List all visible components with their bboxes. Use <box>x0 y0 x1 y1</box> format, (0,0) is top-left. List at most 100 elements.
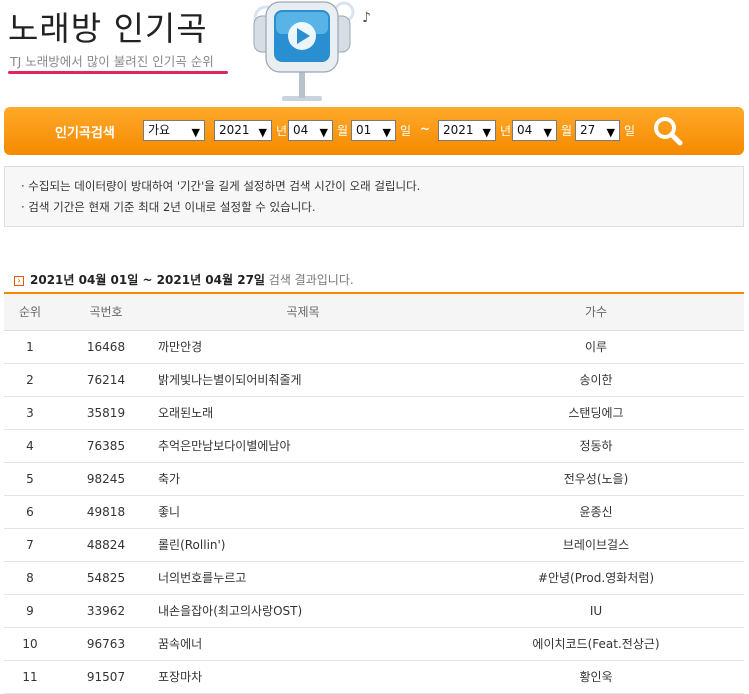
song-title-cell: 좋니 <box>158 505 181 519</box>
chevron-down-icon: ▼ <box>606 126 615 139</box>
rank-cell: 11 <box>22 670 38 684</box>
singer-cell: 윤종신 <box>579 505 613 519</box>
table-row: 4 76385 추억은만남보다이별에남아 정동하 <box>4 430 744 463</box>
rank-cell: 8 <box>26 571 34 585</box>
end-month-select[interactable]: 04 ▼ <box>512 120 557 141</box>
end-day-value: 27 <box>580 123 596 137</box>
singer-cell: 정동하 <box>579 439 613 453</box>
year-unit: 년 <box>500 124 512 138</box>
rank-cell: 6 <box>26 505 34 519</box>
notice-box: · 수집되는 데이터량이 방대하여 '기간'을 길게 설정하면 검색 시간이 오… <box>4 166 744 227</box>
range-separator: ~ <box>420 122 431 136</box>
song-number-cell: 98245 <box>86 472 126 486</box>
page-header: 노래방 인기곡 TJ 노래방에서 많이 불려진 인기곡 순위 ♪ <box>0 0 749 106</box>
singer-cell: 브레이브걸스 <box>562 538 630 552</box>
singer-cell: 스탠딩에그 <box>568 406 624 420</box>
end-year-select[interactable]: 2021 ▼ <box>438 120 496 141</box>
result-date-range: 2021년 04월 01일 ~ 2021년 04월 27일 <box>30 273 265 287</box>
chevron-down-icon: ▼ <box>482 126 491 139</box>
subtitle-underline <box>8 71 228 74</box>
header-rank: 순위 <box>18 305 42 319</box>
header-singer: 가수 <box>584 305 608 319</box>
rank-cell: 2 <box>26 373 34 387</box>
singer-cell: 에이치코드(Feat.전상근) <box>532 637 660 651</box>
chevron-down-icon: ▼ <box>543 126 552 139</box>
page-title: 노래방 인기곡 <box>8 9 208 48</box>
start-month-value: 04 <box>293 123 309 137</box>
rank-cell: 4 <box>26 439 34 453</box>
singer-cell: #안녕(Prod.영화처럼) <box>537 571 655 585</box>
song-number-cell: 16468 <box>86 340 126 354</box>
search-bar: 인기곡검색 가요 ▼ 2021 ▼ 년 04 ▼ 월 01 ▼ 일 ~ 2021 ▼ 년 … <box>4 107 744 155</box>
start-day-select[interactable]: 01 ▼ <box>351 120 396 141</box>
genre-value: 가요 <box>148 123 171 137</box>
search-label: 인기곡검색 <box>55 126 115 141</box>
table-row: 3 35819 오래된노래 스탠딩에그 <box>4 397 744 430</box>
table-row: 5 98245 축가 전우성(노을) <box>4 463 744 496</box>
chevron-down-icon: ▼ <box>258 126 267 139</box>
page-subtitle: TJ 노래방에서 많이 불려진 인기곡 순위 <box>10 54 214 69</box>
song-title-cell: 까만안경 <box>158 340 203 354</box>
song-title-cell: 포장마차 <box>158 670 203 684</box>
singer-cell: 황인욱 <box>579 670 613 684</box>
table-row: 9 33962 내손을잡아(최고의사랑OST) IU <box>4 595 744 628</box>
table-body: 1 16468 까만안경 이루 2 76214 밝게빛나는별이되어비춰줄게 송이한 3 35819… <box>4 331 744 694</box>
start-month-select[interactable]: 04 ▼ <box>288 120 333 141</box>
chevron-down-icon: ▼ <box>191 126 200 139</box>
chevron-down-icon: ▼ <box>382 126 391 139</box>
magnifier-icon[interactable] <box>652 115 684 147</box>
table-header: 순위 곡번호 곡제목 가수 <box>4 294 744 331</box>
genre-select[interactable]: 가요 ▼ <box>143 120 205 141</box>
song-title-cell: 내손을잡아(최고의사랑OST) <box>158 604 303 618</box>
rank-cell: 7 <box>26 538 34 552</box>
day-unit: 일 <box>624 124 636 138</box>
arrow-box-icon: › <box>14 276 24 286</box>
result-suffix: 검색 결과입니다. <box>264 273 354 287</box>
song-number-cell: 76214 <box>86 373 126 387</box>
header-title: 곡제목 <box>286 305 320 319</box>
header-number: 곡번호 <box>89 305 123 319</box>
notice-line: · 검색 기간은 현재 기준 최대 2년 이내로 설정할 수 있습니다. <box>21 200 316 214</box>
singer-cell: 전우성(노을) <box>563 472 629 486</box>
chart-table: 순위 곡번호 곡제목 가수 1 16468 까만안경 이루 2 76214 밝게빛나는별이되… <box>4 292 744 694</box>
day-unit: 일 <box>400 124 412 138</box>
table-row: 6 49818 좋니 윤종신 <box>4 496 744 529</box>
song-title-cell: 밝게빛나는별이되어비춰줄게 <box>158 373 302 387</box>
table-row: 10 96763 꿈속에너 에이치코드(Feat.전상근) <box>4 628 744 661</box>
month-unit: 월 <box>561 124 573 138</box>
year-unit: 년 <box>276 124 288 138</box>
song-number-cell: 33962 <box>86 604 126 618</box>
start-day-value: 01 <box>356 123 372 137</box>
rank-cell: 10 <box>22 637 38 651</box>
singer-cell: IU <box>589 604 603 618</box>
song-title-cell: 롤린(Rollin') <box>158 538 226 552</box>
song-number-cell: 48824 <box>86 538 126 552</box>
result-heading: › 2021년 04월 01일 ~ 2021년 04월 27일 검색 결과입니다. <box>14 271 354 288</box>
tv-robot-icon: ♪ <box>253 1 371 101</box>
rank-cell: 1 <box>26 340 34 354</box>
song-title-cell: 축가 <box>158 472 181 486</box>
svg-text:♪: ♪ <box>362 10 371 26</box>
rank-cell: 9 <box>26 604 34 618</box>
song-title-cell: 꿈속에너 <box>158 637 203 651</box>
singer-cell: 송이한 <box>579 373 613 387</box>
month-unit: 월 <box>337 124 349 138</box>
song-title-cell: 추억은만남보다이별에남아 <box>158 439 291 453</box>
song-number-cell: 35819 <box>86 406 126 420</box>
table-row: 7 48824 롤린(Rollin') 브레이브걸스 <box>4 529 744 562</box>
end-day-select[interactable]: 27 ▼ <box>575 120 620 141</box>
song-title-cell: 너의번호를누르고 <box>158 571 247 585</box>
chevron-down-icon: ▼ <box>319 126 328 139</box>
table-row: 11 91507 포장마차 황인욱 <box>4 661 744 694</box>
end-month-value: 04 <box>517 123 533 137</box>
song-number-cell: 91507 <box>86 670 126 684</box>
singer-cell: 이루 <box>584 340 608 354</box>
start-year-select[interactable]: 2021 ▼ <box>214 120 272 141</box>
table-row: 8 54825 너의번호를누르고 #안녕(Prod.영화처럼) <box>4 562 744 595</box>
table-row: 1 16468 까만안경 이루 <box>4 331 744 364</box>
rank-cell: 5 <box>26 472 34 486</box>
rank-cell: 3 <box>26 406 34 420</box>
song-number-cell: 76385 <box>86 439 126 453</box>
notice-line: · 수집되는 데이터량이 방대하여 '기간'을 길게 설정하면 검색 시간이 오… <box>21 179 421 193</box>
start-year-value: 2021 <box>219 123 250 137</box>
